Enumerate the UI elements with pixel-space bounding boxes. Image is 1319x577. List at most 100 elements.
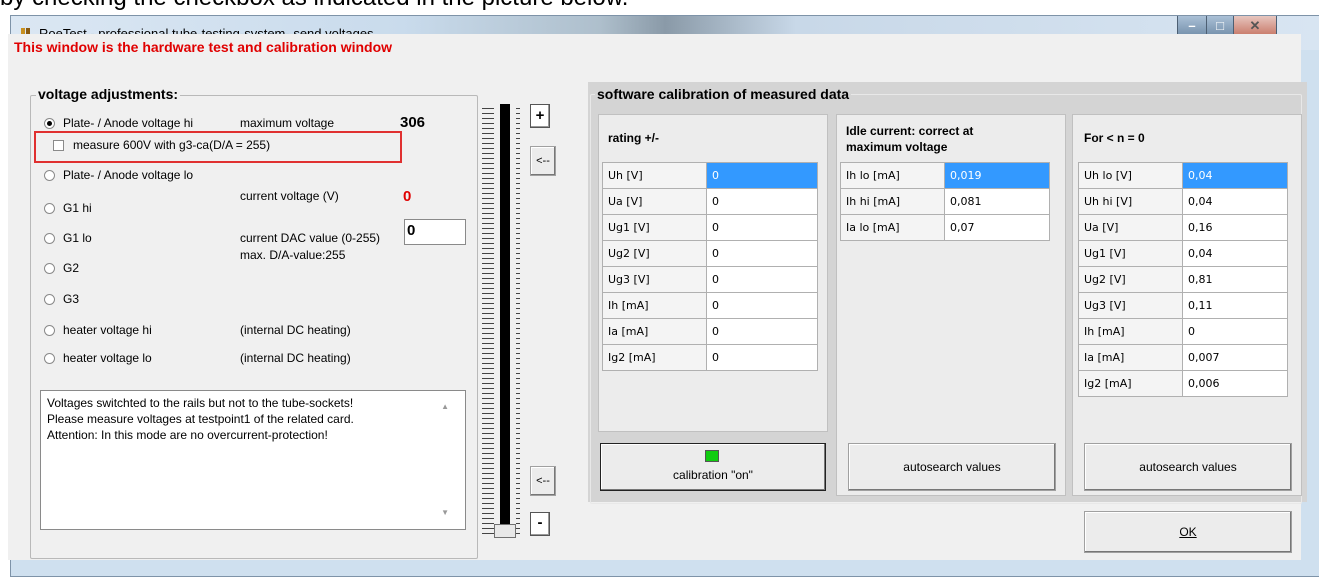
measure-600v-checkbox[interactable] — [53, 140, 64, 151]
calibration-indicator-icon — [705, 450, 719, 462]
close-icon: ✕ — [1249, 18, 1261, 33]
current-voltage-label: current voltage (V) — [240, 189, 339, 203]
dac-value-input[interactable]: 0 — [404, 219, 466, 245]
cell-value[interactable]: 0 — [706, 214, 818, 241]
radio-heater-lo[interactable] — [44, 353, 55, 364]
table-row: Ug2 [V] 0,81 — [1078, 266, 1288, 293]
memo-line: Voltages switchted to the rails but not … — [47, 396, 354, 410]
radio-g3[interactable] — [44, 294, 55, 305]
cell-value[interactable]: 0 — [706, 292, 818, 319]
cell-label: Ug2 [V] — [1078, 266, 1183, 293]
plus-button[interactable]: + — [530, 104, 550, 128]
cell-value[interactable]: 0,04 — [1182, 162, 1288, 189]
step-down-button[interactable]: <-- — [530, 466, 556, 496]
slider-track — [500, 104, 510, 534]
cell-label: Ia [mA] — [1078, 344, 1183, 371]
cell-value[interactable]: 0 — [706, 188, 818, 215]
cell-label: Ih [mA] — [602, 292, 707, 319]
max-voltage-label: maximum voltage — [240, 116, 335, 130]
n0-autosearch-button[interactable]: autosearch values — [1084, 443, 1292, 491]
ok-label: OK — [1179, 525, 1197, 539]
table-row: Ig2 [mA] 0 — [602, 344, 818, 371]
minus-button[interactable]: - — [530, 512, 550, 536]
cell-value[interactable]: 0 — [706, 162, 818, 189]
cell-label: Ig2 [mA] — [602, 344, 707, 371]
memo-line: Attention: In this mode are no overcurre… — [47, 428, 328, 442]
cell-label: Ug3 [V] — [602, 266, 707, 293]
slider-ticks-right — [516, 108, 520, 534]
cell-label: Ug1 [V] — [602, 214, 707, 241]
cell-value[interactable]: 0,07 — [944, 214, 1050, 241]
radio-g2-label: G2 — [63, 261, 80, 275]
radio-g3-label: G3 — [63, 292, 80, 306]
cell-label: Ia [mA] — [602, 318, 707, 345]
cell-value[interactable]: 0 — [706, 344, 818, 371]
step-up-button[interactable]: <-- — [530, 146, 556, 176]
ok-button[interactable]: OK — [1084, 511, 1292, 553]
table-row: Ug1 [V] 0,04 — [1078, 240, 1288, 267]
info-memo: Voltages switchted to the rails but not … — [40, 390, 466, 530]
calibration-on-label: calibration "on" — [673, 468, 753, 482]
cell-label: Ih [mA] — [1078, 318, 1183, 345]
slider-ticks-left — [482, 108, 494, 534]
max-voltage-value: 306 — [400, 114, 426, 131]
banner-text: This window is the hardware test and cal… — [14, 39, 393, 55]
cell-value[interactable]: 0 — [706, 318, 818, 345]
radio-plate-hi[interactable] — [44, 118, 55, 129]
n0-title: For < n = 0 — [1084, 131, 1145, 145]
table-row: Ug2 [V] 0 — [602, 240, 818, 267]
max-da-label: max. D/A-value:255 — [240, 248, 346, 262]
radio-g1-lo-label: G1 lo — [63, 231, 92, 245]
table-row: Ia [mA] 0 — [602, 318, 818, 345]
cell-value[interactable]: 0,081 — [944, 188, 1050, 215]
calibration-title: software calibration of measured data — [595, 86, 852, 102]
table-row: Ih [mA] 0 — [602, 292, 818, 319]
table-row: Uh [V] 0 — [602, 162, 818, 189]
calibration-on-button[interactable]: calibration "on" — [600, 443, 826, 491]
cell-value[interactable]: 0,81 — [1182, 266, 1288, 293]
slider-thumb[interactable] — [494, 524, 516, 538]
radio-heater-lo-label: heater voltage lo — [63, 351, 152, 365]
cell-value[interactable]: 0,16 — [1182, 214, 1288, 241]
table-row: Ia lo [mA] 0,07 — [840, 214, 1050, 241]
cell-value[interactable]: 0,019 — [944, 162, 1050, 189]
rating-title: rating +/- — [608, 131, 660, 145]
radio-g1-lo[interactable] — [44, 233, 55, 244]
table-row: Ua [V] 0,16 — [1078, 214, 1288, 241]
cell-value[interactable]: 0 — [706, 266, 818, 293]
table-row: Ug3 [V] 0 — [602, 266, 818, 293]
table-row: Ih [mA] 0 — [1078, 318, 1288, 345]
current-voltage-value: 0 — [403, 188, 412, 205]
measure-600v-label: measure 600V with g3-ca(D/A = 255) — [73, 138, 271, 152]
radio-g1-hi[interactable] — [44, 203, 55, 214]
cell-value[interactable]: 0,04 — [1182, 188, 1288, 215]
radio-heater-hi-label: heater voltage hi — [63, 323, 152, 337]
maximize-icon: □ — [1216, 18, 1224, 33]
caption-text: by checking the checkbox as indicated in… — [0, 0, 628, 12]
radio-plate-lo[interactable] — [44, 170, 55, 181]
radio-heater-hi[interactable] — [44, 325, 55, 336]
idle-autosearch-button[interactable]: autosearch values — [848, 443, 1056, 491]
cell-value[interactable]: 0,006 — [1182, 370, 1288, 397]
voltage-slider[interactable] — [478, 104, 524, 540]
cell-value[interactable]: 0,11 — [1182, 292, 1288, 319]
cell-value[interactable]: 0,04 — [1182, 240, 1288, 267]
voltage-adjustments-title: voltage adjustments: — [36, 86, 181, 102]
memo-line: Please measure voltages at testpoint1 of… — [47, 412, 354, 426]
minimize-icon: – — [1188, 18, 1196, 33]
table-row: Ua [V] 0 — [602, 188, 818, 215]
cell-value[interactable]: 0,007 — [1182, 344, 1288, 371]
dac-value-text: 0 — [407, 222, 416, 239]
cell-value[interactable]: 0 — [706, 240, 818, 267]
memo-scroll-up-icon[interactable]: ▲ — [441, 399, 449, 415]
n0-table: Uh lo [V] 0,04 Uh hi [V] 0,04 Ua [V] 0,16 U… — [1078, 162, 1288, 397]
memo-scroll-down-icon[interactable]: ▼ — [441, 505, 449, 521]
cell-label: Uh lo [V] — [1078, 162, 1183, 189]
table-row: Ih hi [mA] 0,081 — [840, 188, 1050, 215]
radio-g2[interactable] — [44, 263, 55, 274]
dac-label: current DAC value (0-255) — [240, 231, 381, 245]
cell-label: Ua [V] — [1078, 214, 1183, 241]
cell-value[interactable]: 0 — [1182, 318, 1288, 345]
cell-label: Uh hi [V] — [1078, 188, 1183, 215]
radio-g1-hi-label: G1 hi — [63, 201, 92, 215]
